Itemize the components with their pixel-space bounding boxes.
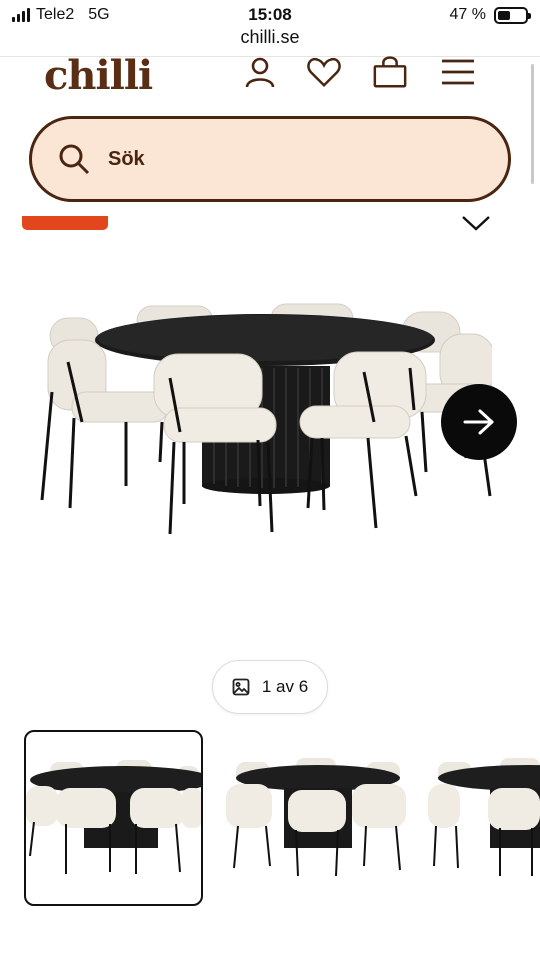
status-right: 47 % (449, 6, 531, 24)
image-counter: 1 av 6 (212, 660, 328, 714)
bag-icon (373, 56, 407, 88)
thumbnail-1[interactable] (24, 730, 203, 906)
thumbnail-2[interactable] (226, 730, 410, 906)
promo-badge (22, 216, 108, 230)
site-logo[interactable]: chilli (44, 52, 153, 99)
battery-icon (494, 6, 531, 24)
thumbnail-image (226, 758, 406, 877)
image-counter-text: 1 av 6 (261, 677, 309, 696)
battery-percent: 47 % (449, 6, 486, 23)
thumbnail-image (428, 758, 540, 876)
arrow-right-icon (463, 409, 494, 435)
account-button[interactable] (242, 54, 278, 90)
user-icon (245, 57, 275, 88)
page-scrollbar[interactable] (531, 64, 534, 184)
search-input[interactable]: Sök (108, 148, 145, 171)
thumbnail-3[interactable] (428, 730, 540, 906)
search-bar[interactable]: Sök (29, 116, 511, 202)
menu-button[interactable] (440, 54, 476, 90)
heart-icon (307, 57, 341, 88)
cart-button[interactable] (372, 54, 408, 90)
status-bar: Tele2 5G 15:08 47 % (0, 0, 540, 28)
next-image-button[interactable] (441, 384, 517, 460)
dining-set-illustration (40, 303, 492, 535)
address-bar[interactable]: chilli.se (0, 27, 540, 48)
battery-level (498, 10, 511, 20)
wishlist-button[interactable] (306, 54, 342, 90)
product-image[interactable] (22, 282, 492, 552)
thumbnail-image (26, 760, 201, 874)
chevron-down-icon[interactable] (461, 214, 491, 232)
menu-icon (442, 59, 474, 85)
search-icon (59, 144, 90, 175)
image-icon (232, 678, 250, 696)
